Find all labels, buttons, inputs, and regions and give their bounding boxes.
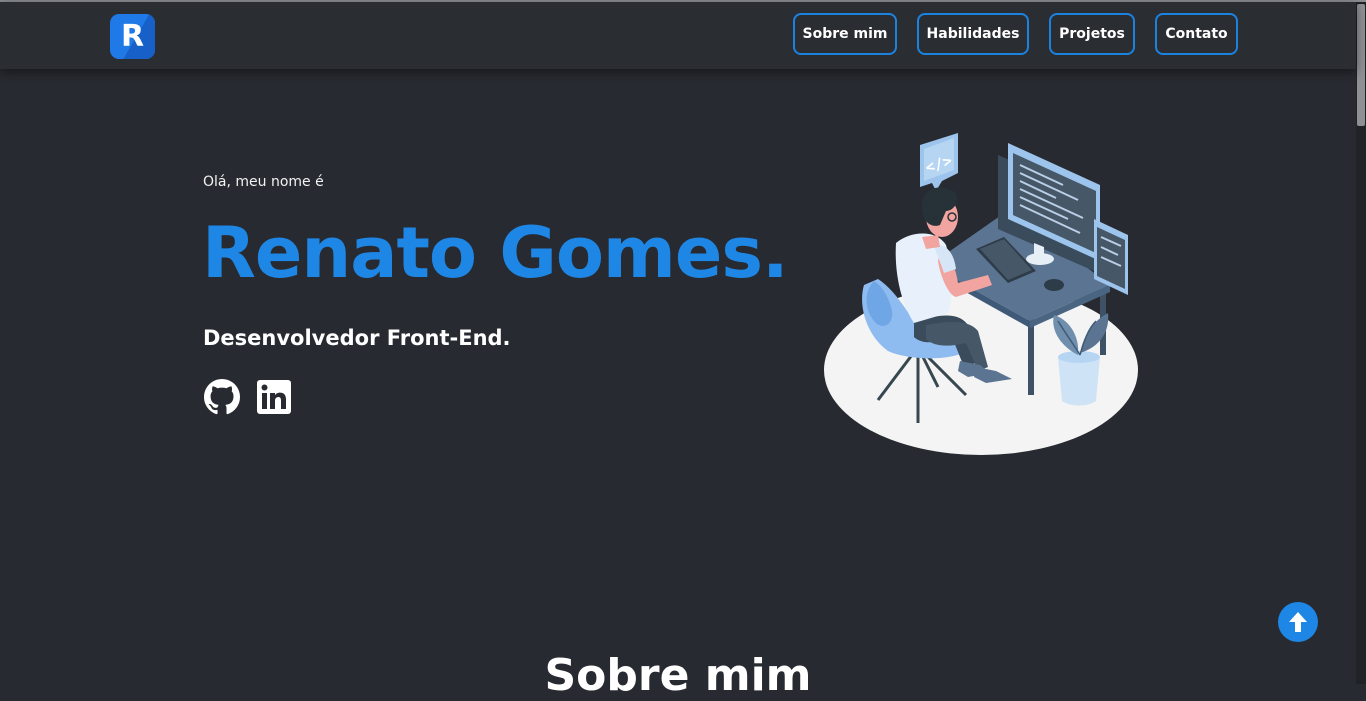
logo[interactable]: R xyxy=(110,14,155,59)
nav-habilidades-button[interactable]: Habilidades xyxy=(917,13,1029,55)
scrollbar[interactable] xyxy=(1356,2,1366,684)
section-title-sobre-mim: Sobre mim xyxy=(544,650,812,701)
arrow-up-icon xyxy=(1289,612,1307,632)
logo-letter: R xyxy=(120,19,145,54)
linkedin-icon[interactable] xyxy=(256,379,292,415)
nav-sobre-mim-button[interactable]: Sobre mim xyxy=(793,13,897,55)
hero-greeting: Olá, meu nome é xyxy=(203,174,324,190)
navbar: R Sobre mim Habilidades Projetos Contato xyxy=(0,2,1356,69)
hero-role: Desenvolvedor Front-End. xyxy=(203,326,511,350)
nav-projetos-button[interactable]: Projetos xyxy=(1049,13,1135,55)
hero-name: Renato Gomes. xyxy=(202,212,789,294)
github-icon[interactable] xyxy=(204,379,240,415)
scrollbar-thumb[interactable] xyxy=(1357,4,1365,126)
nav-contato-button[interactable]: Contato xyxy=(1155,13,1238,55)
scroll-to-top-button[interactable] xyxy=(1278,602,1318,642)
developer-illustration: </> xyxy=(818,125,1148,460)
